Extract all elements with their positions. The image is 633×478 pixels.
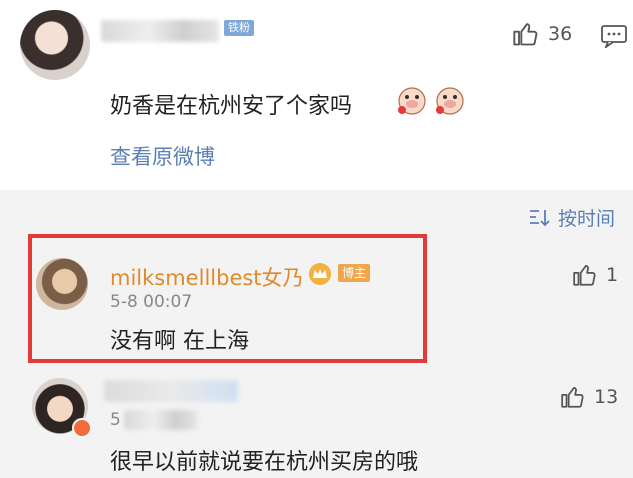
like-button[interactable]: 13 xyxy=(560,384,618,410)
thumbs-up-icon xyxy=(513,23,538,46)
like-button[interactable]: 1 xyxy=(572,262,618,288)
like-button[interactable]: 36 xyxy=(512,20,572,48)
comment-icon[interactable] xyxy=(600,24,628,48)
sort-by-time-button[interactable]: 按时间 xyxy=(528,204,615,231)
thumbs-up-icon xyxy=(561,387,584,408)
sort-label: 按时间 xyxy=(558,208,616,230)
thumbs-up-icon xyxy=(573,265,596,286)
like-count: 36 xyxy=(548,23,573,45)
timestamp-blurred xyxy=(124,410,198,430)
pig-face-icon xyxy=(398,87,426,115)
avatar[interactable] xyxy=(20,10,90,80)
fan-badge: 铁粉 xyxy=(224,20,254,36)
sort-icon xyxy=(530,209,550,226)
timestamp-partial: 5 xyxy=(110,410,121,430)
username-blurred[interactable] xyxy=(104,380,238,402)
emoji-icons xyxy=(396,84,466,116)
red-highlight-box xyxy=(28,234,427,363)
comment-text: 奶香是在杭州安了个家吗 xyxy=(110,94,353,119)
like-count: 1 xyxy=(606,264,619,286)
like-count: 13 xyxy=(594,386,619,408)
reply-text: 很早以前就说要在杭州买房的哦 xyxy=(110,450,419,475)
pig-face-icon xyxy=(436,87,464,115)
username-blurred[interactable] xyxy=(101,20,219,42)
verified-badge-icon xyxy=(72,418,92,438)
view-original-link[interactable]: 查看原微博 xyxy=(110,141,215,171)
